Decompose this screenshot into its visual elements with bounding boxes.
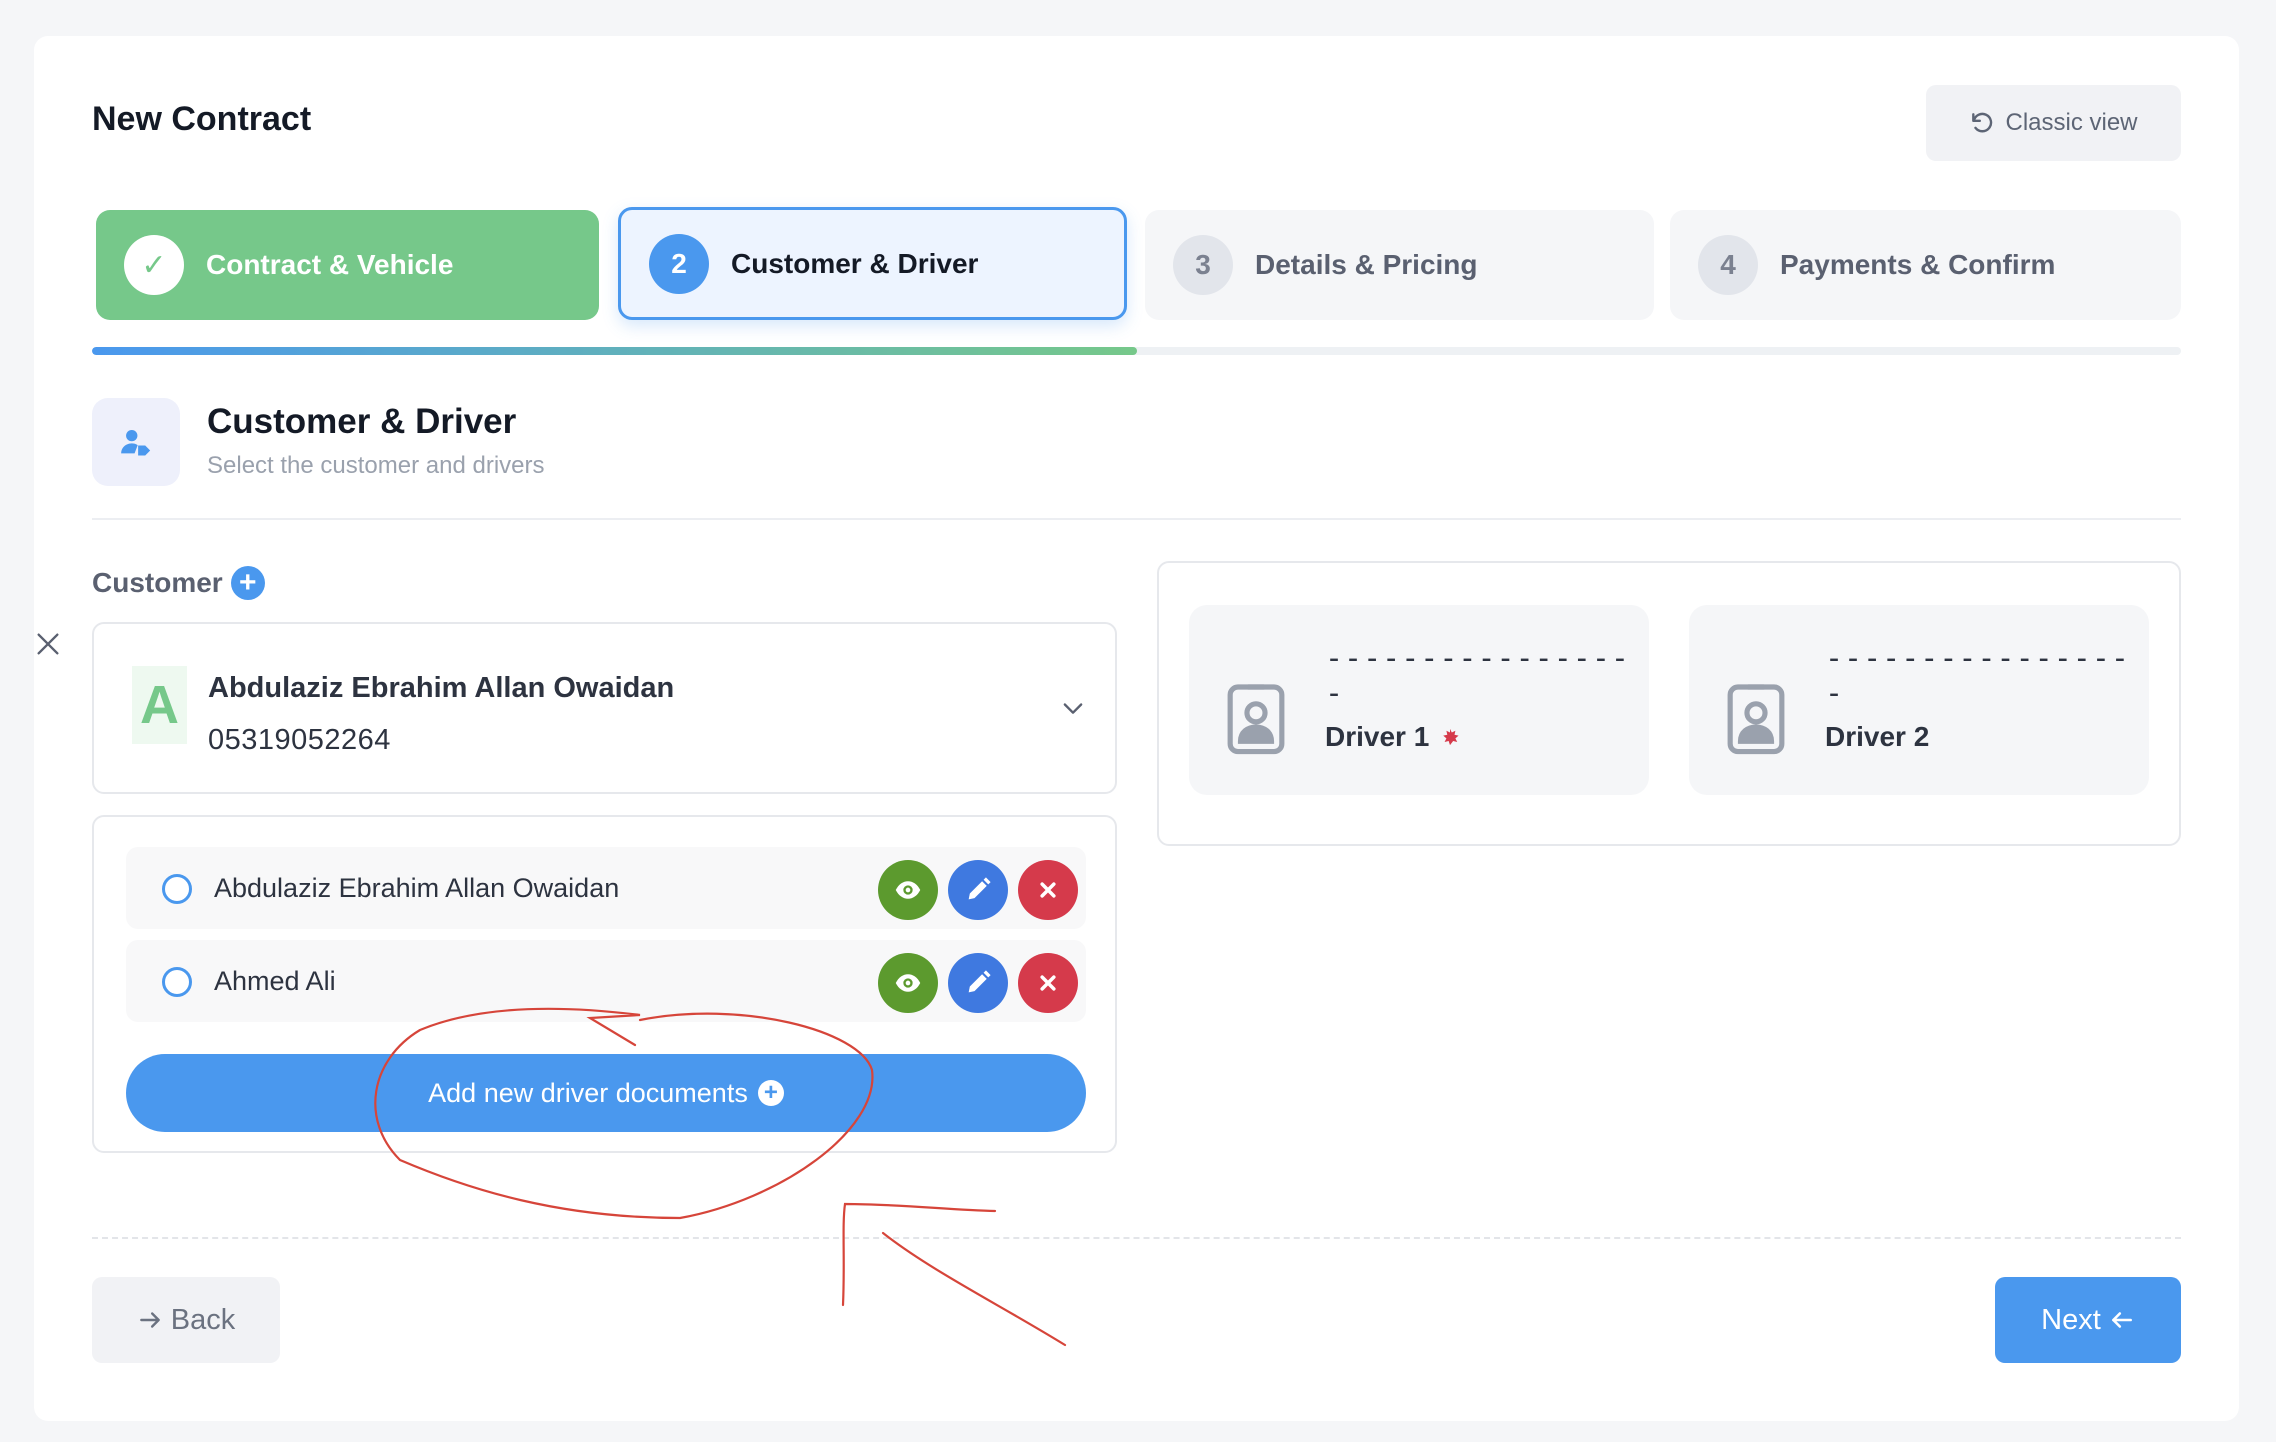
driver-placeholder: ----------------- xyxy=(1325,641,1630,711)
view-driver-button[interactable] xyxy=(878,953,938,1013)
footer-divider xyxy=(92,1237,2181,1239)
step-number: 2 xyxy=(649,233,709,294)
add-customer-button[interactable]: + xyxy=(230,566,265,600)
customer-select[interactable]: A Abdulaziz Ebrahim Allan Owaidan 053190… xyxy=(92,622,1117,794)
customer-name: Abdulaziz Ebrahim Allan Owaidan xyxy=(208,672,675,704)
classic-view-button[interactable]: Classic view xyxy=(1926,85,2181,161)
step-payments-confirm[interactable]: 4 Payments & Confirm xyxy=(1670,210,2181,320)
edit-driver-button[interactable] xyxy=(948,953,1008,1013)
step-label: Details & Pricing xyxy=(1255,249,1478,280)
driver-name: Abdulaziz Ebrahim Allan Owaidan xyxy=(214,873,620,903)
next-button[interactable]: Next xyxy=(1995,1277,2181,1363)
id-badge-icon xyxy=(1727,684,1785,755)
close-icon xyxy=(1040,882,1056,898)
required-star-icon xyxy=(1443,728,1459,746)
driver-radio[interactable] xyxy=(162,967,192,997)
page-title: New Contract xyxy=(92,100,312,138)
driver-placeholder: ----------------- xyxy=(1825,641,2130,711)
driver-radio[interactable] xyxy=(162,874,192,904)
eye-icon xyxy=(895,974,921,992)
step-label: Customer & Driver xyxy=(731,247,979,279)
pencil-icon xyxy=(968,877,991,900)
progress-fill xyxy=(92,347,1137,355)
step-contract-vehicle[interactable]: ✓ Contract & Vehicle xyxy=(96,210,599,320)
add-driver-documents-button[interactable]: Add new driver documents + xyxy=(126,1054,1086,1132)
delete-driver-button[interactable] xyxy=(1018,953,1078,1013)
divider xyxy=(92,518,2181,520)
view-driver-button[interactable] xyxy=(878,860,938,920)
id-badge-icon xyxy=(1227,684,1285,755)
customer-label-text: Customer xyxy=(92,567,223,598)
step-label: Payments & Confirm xyxy=(1780,249,2056,280)
edit-driver-button[interactable] xyxy=(948,860,1008,920)
step-number: 3 xyxy=(1173,235,1233,295)
eye-icon xyxy=(895,881,921,899)
close-icon xyxy=(1040,975,1056,991)
customer-phone: 05319052264 xyxy=(208,724,391,756)
delete-driver-button[interactable] xyxy=(1018,860,1078,920)
arrow-left-icon xyxy=(2111,1312,2132,1328)
driver-slot-label: Driver 2 xyxy=(1825,721,1929,753)
customer-label: Customer + xyxy=(92,566,265,600)
step-customer-driver[interactable]: 2 Customer & Driver xyxy=(618,207,1127,320)
close-icon[interactable] xyxy=(34,630,62,658)
step-label: Contract & Vehicle xyxy=(206,249,454,280)
driver-slot-1[interactable]: ----------------- Driver 1 xyxy=(1189,605,1649,795)
back-button[interactable]: Back xyxy=(92,1277,280,1363)
driver-2-label: Driver 2 xyxy=(1825,721,1930,752)
driver-slot-label: Driver 1 xyxy=(1325,721,1459,753)
check-icon: ✓ xyxy=(124,235,184,295)
driver-list-item[interactable]: Abdulaziz Ebrahim Allan Owaidan xyxy=(126,847,1086,929)
next-label: Next xyxy=(2041,1303,2101,1336)
add-driver-label: Add new driver documents xyxy=(428,1077,748,1108)
section-subtitle: Select the customer and drivers xyxy=(207,452,545,479)
step-details-pricing[interactable]: 3 Details & Pricing xyxy=(1145,210,1654,320)
step-number: 4 xyxy=(1698,235,1758,295)
plus-icon: + xyxy=(757,1080,784,1106)
driver-slot-2[interactable]: ----------------- Driver 2 xyxy=(1689,605,2149,795)
section-title: Customer & Driver xyxy=(207,402,517,441)
driver-name: Ahmed Ali xyxy=(214,966,336,996)
drivers-panel: ----------------- Driver 1 -------------… xyxy=(1157,561,2181,846)
pencil-icon xyxy=(968,970,991,993)
avatar: A xyxy=(132,666,187,744)
progress-bar xyxy=(92,347,2181,355)
driver-1-label: Driver 1 xyxy=(1325,721,1430,752)
arrow-right-icon xyxy=(139,1312,160,1328)
driver-list-item[interactable]: Ahmed Ali xyxy=(126,940,1086,1022)
user-tag-icon xyxy=(92,398,180,486)
back-label: Back xyxy=(170,1303,236,1336)
driver-list: Abdulaziz Ebrahim Allan Owaidan Ahmed Al… xyxy=(92,815,1117,1153)
classic-view-label: Classic view xyxy=(2005,109,2138,136)
chevron-down-icon[interactable] xyxy=(1059,694,1087,722)
undo-icon xyxy=(1972,112,1993,133)
